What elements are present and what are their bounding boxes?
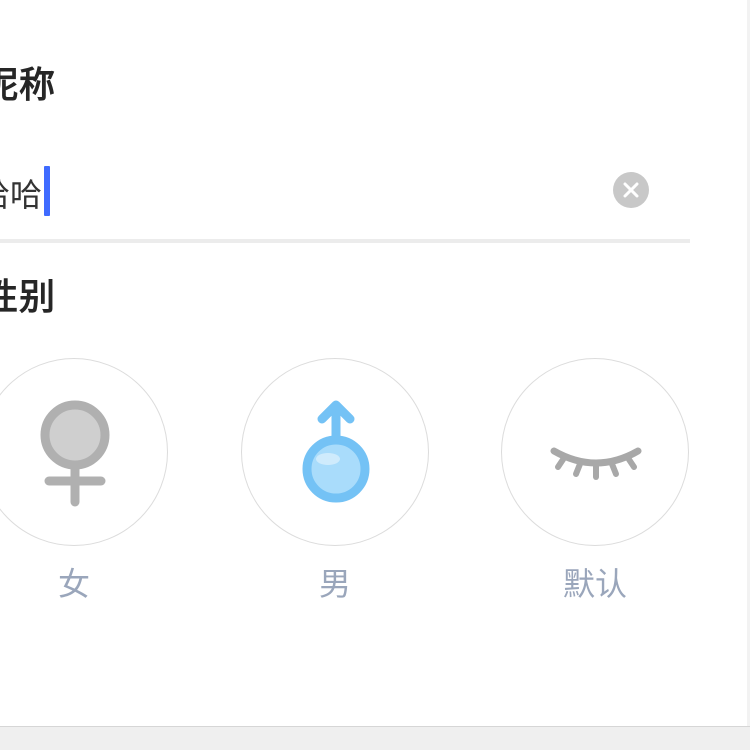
clear-button[interactable] [613,172,649,208]
gender-option-female[interactable]: 女 [0,358,168,608]
gender-option-label-male: 男 [318,565,351,603]
male-symbol-icon [302,400,370,503]
nickname-input-value: 哈哈 [0,166,51,222]
clear-icon [623,182,639,198]
gender-option-label-female: 女 [57,565,90,603]
gender-option-circle [0,358,168,546]
gender-option-circle [501,358,689,546]
gender-option-circle [241,358,429,546]
nickname-value-text: 哈哈 [0,176,43,214]
edit-profile-page: 昵称 哈哈 性别 女 [0,0,750,750]
closed-eye-icon [550,447,642,480]
female-symbol-icon [40,400,110,507]
bottom-bar [0,726,750,750]
gender-option-male[interactable]: 男 [241,358,429,608]
text-cursor [44,166,51,216]
nickname-input[interactable]: 哈哈 [0,160,698,220]
gender-section-title: 性别 [0,277,57,318]
nickname-section-title: 昵称 [0,65,57,106]
gender-option-default[interactable]: 默认 [501,358,689,608]
nickname-divider [0,239,690,243]
gender-option-label-default: 默认 [562,565,627,603]
